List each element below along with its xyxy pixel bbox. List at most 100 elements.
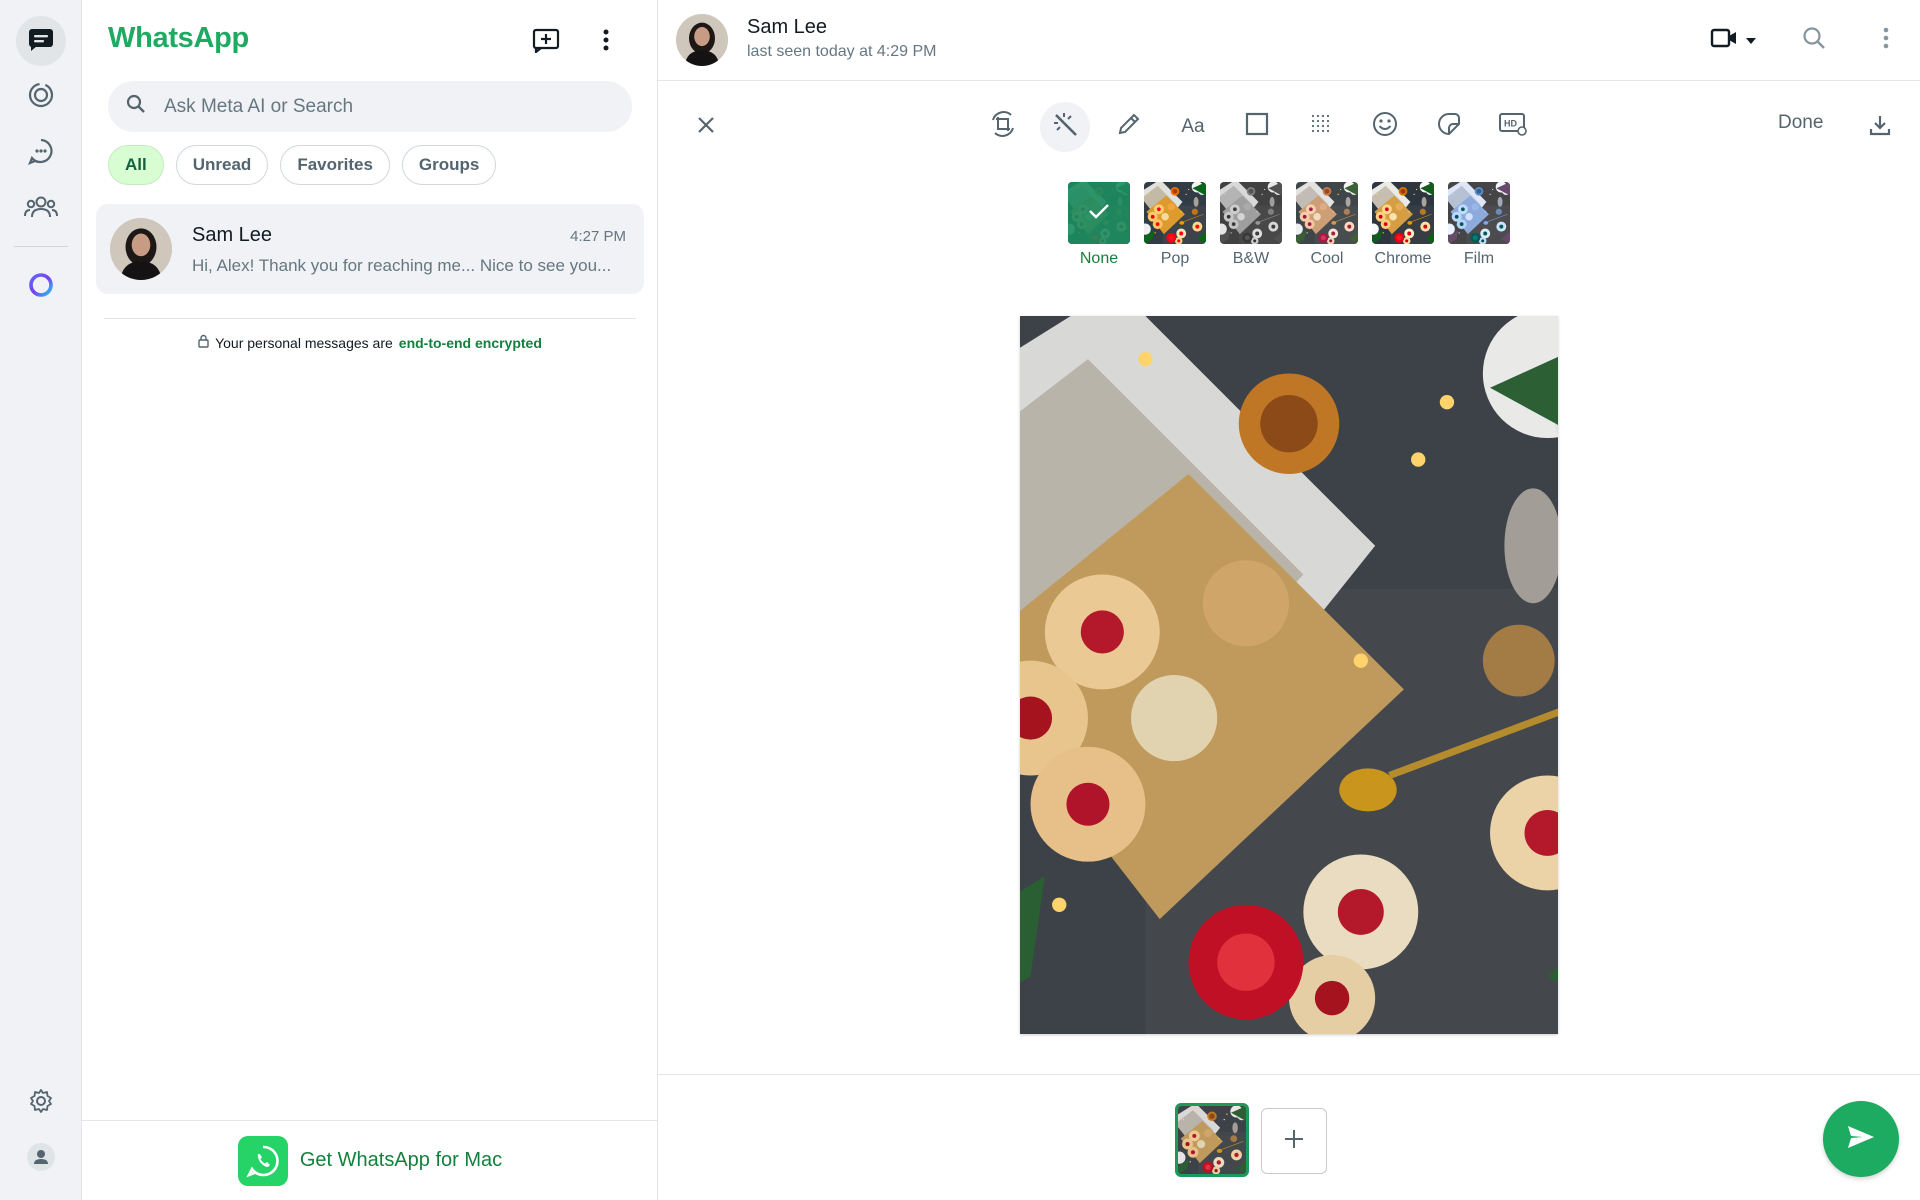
filter-option-pop[interactable]: Pop <box>1144 182 1206 268</box>
chat-list-menu-button[interactable] <box>586 22 626 62</box>
square-shape-icon <box>1245 112 1269 142</box>
filter-label: None <box>1079 250 1119 267</box>
media-preview-image[interactable] <box>1020 316 1558 1034</box>
conversation-menu-button[interactable] <box>1866 20 1906 60</box>
rail-divider <box>14 246 68 247</box>
text-tool[interactable]: Aa <box>1168 102 1218 152</box>
chip-unread[interactable]: Unread <box>175 145 269 185</box>
filter-label: Pop <box>1160 250 1190 267</box>
filter-option-chrome[interactable]: Chrome <box>1372 182 1434 268</box>
filter-option-film[interactable]: Film <box>1448 182 1510 268</box>
video-call-button[interactable] <box>1704 20 1762 60</box>
get-app-banner[interactable]: Get WhatsApp for Mac <box>82 1120 658 1200</box>
filter-label: B&W <box>1232 250 1270 267</box>
more-vertical-icon <box>603 29 609 56</box>
encryption-text: Your personal messages are <box>215 334 393 351</box>
close-editor-button[interactable] <box>686 107 726 147</box>
draw-tool[interactable] <box>1104 102 1154 152</box>
lock-icon <box>198 334 209 351</box>
settings-icon <box>28 1088 54 1119</box>
filter-strip: None Pop B&W Cool Chrome Film <box>1068 182 1510 268</box>
whatsapp-logo-icon <box>237 1135 288 1186</box>
search-chat-button[interactable] <box>1794 20 1834 60</box>
contact-avatar[interactable] <box>676 14 728 66</box>
new-chat-icon <box>532 27 560 58</box>
contact-status: last seen today at 4:29 PM <box>747 43 937 60</box>
plus-icon <box>1283 1128 1305 1155</box>
chat-list-panel: WhatsApp All Unread Favorites Groups Sam… <box>82 0 658 1200</box>
more-vertical-icon <box>1883 27 1889 54</box>
status-nav-button[interactable] <box>16 72 66 122</box>
chat-name: Sam Lee <box>192 224 273 246</box>
search-icon <box>126 94 146 119</box>
meta-ai-nav-button[interactable] <box>16 262 66 312</box>
shape-tool[interactable] <box>1232 102 1282 152</box>
filter-label: Cool <box>1310 250 1344 267</box>
filter-thumbnail <box>1220 182 1282 244</box>
status-icon <box>27 81 55 114</box>
encryption-link[interactable]: end-to-end encrypted <box>399 335 542 351</box>
blur-tool[interactable] <box>1296 102 1346 152</box>
close-icon <box>696 115 716 140</box>
hd-settings-icon: HD <box>1498 111 1528 143</box>
video-camera-icon <box>1710 28 1738 53</box>
download-icon <box>1868 113 1892 142</box>
crop-rotate-tool[interactable] <box>978 102 1028 152</box>
media-editor-toolbar: Aa HD Done <box>658 98 1920 156</box>
editor-footer <box>658 1074 1920 1200</box>
emoji-tool[interactable] <box>1360 102 1410 152</box>
chats-nav-button[interactable] <box>16 16 66 66</box>
contact-name: Sam Lee <box>747 16 828 38</box>
contact-avatar <box>110 218 172 280</box>
blur-grid-icon <box>1309 112 1333 142</box>
chip-groups[interactable]: Groups <box>401 145 497 185</box>
check-icon <box>1088 202 1110 225</box>
emoji-icon <box>1371 110 1399 144</box>
filter-thumbnail <box>1068 182 1130 244</box>
search-input[interactable] <box>164 95 604 118</box>
app-title: WhatsApp <box>108 22 249 54</box>
svg-text:HD: HD <box>1504 119 1517 129</box>
filter-option-cool[interactable]: Cool <box>1296 182 1358 268</box>
profile-nav-button[interactable] <box>16 1134 66 1184</box>
settings-nav-button[interactable] <box>16 1078 66 1128</box>
new-chat-button[interactable] <box>526 22 566 62</box>
filter-thumbnail <box>1144 182 1206 244</box>
filter-chips: All Unread Favorites Groups <box>108 145 497 185</box>
chevron-down-icon <box>1746 31 1756 49</box>
chat-search[interactable] <box>108 81 632 132</box>
pencil-icon <box>1116 111 1142 143</box>
chat-preview: Hi, Alex! Thank you for reaching me... N… <box>192 256 612 275</box>
text-icon: Aa <box>1181 116 1205 137</box>
conversation-header[interactable]: Sam Lee last seen today at 4:29 PM <box>658 0 1920 81</box>
get-app-label: Get WhatsApp for Mac <box>299 1149 503 1171</box>
channels-icon <box>27 137 55 170</box>
profile-icon <box>26 1142 56 1177</box>
sticker-tool[interactable] <box>1424 102 1474 152</box>
add-media-button[interactable] <box>1261 1108 1327 1174</box>
filters-tool[interactable] <box>1040 102 1090 152</box>
done-button[interactable]: Done <box>1778 112 1823 134</box>
send-button[interactable] <box>1823 1101 1899 1177</box>
download-button[interactable] <box>1860 107 1900 147</box>
conversation-panel: Sam Lee last seen today at 4:29 PM Aa HD… <box>658 0 1920 1200</box>
chip-all[interactable]: All <box>108 145 164 185</box>
filter-option-bw[interactable]: B&W <box>1220 182 1282 268</box>
meta-ai-icon <box>27 271 55 304</box>
selected-media-thumbnail[interactable] <box>1175 1103 1249 1177</box>
hd-quality-tool[interactable]: HD <box>1488 102 1538 152</box>
list-divider <box>104 318 636 319</box>
chip-favorites[interactable]: Favorites <box>280 145 390 185</box>
sticker-icon <box>1435 110 1463 144</box>
chat-list-item[interactable]: Sam Lee 4:27 PM Hi, Alex! Thank you for … <box>96 204 644 294</box>
channels-nav-button[interactable] <box>16 128 66 178</box>
filter-option-none[interactable]: None <box>1068 182 1130 268</box>
communities-nav-button[interactable] <box>16 184 66 234</box>
filter-thumbnail <box>1448 182 1510 244</box>
nav-rail <box>0 0 82 1200</box>
encryption-notice: Your personal messages are end-to-end en… <box>82 334 658 351</box>
filter-label: Chrome <box>1374 250 1432 267</box>
crop-rotate-icon <box>987 108 1019 146</box>
search-icon <box>1802 26 1826 55</box>
selected-check <box>1068 182 1130 244</box>
